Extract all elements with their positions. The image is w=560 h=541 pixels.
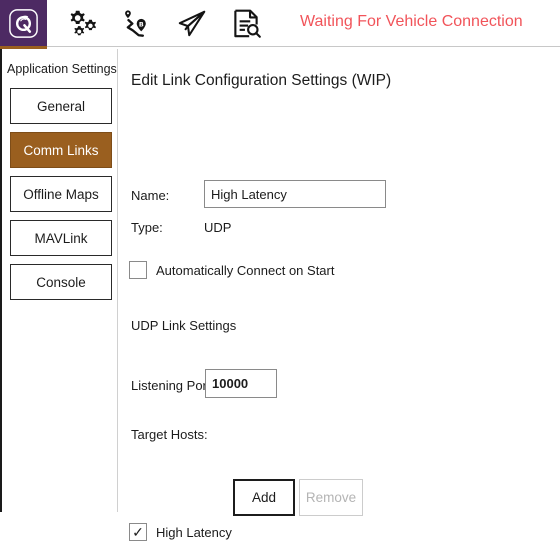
analyze-document-search-icon[interactable] [229,7,263,41]
sidebar-title: Application Settings [7,62,117,76]
edit-link-configuration-panel: Edit Link Configuration Settings (WIP) N… [119,49,560,541]
checkbox-box-icon [129,261,147,279]
sidebar-item-general[interactable]: General [10,88,112,124]
settings-sidebar: Application Settings General Comm Links … [0,49,118,512]
auto-connect-on-start-checkbox[interactable]: Automatically Connect on Start [129,261,334,279]
fly-paper-plane-icon[interactable] [175,7,209,41]
name-input[interactable] [204,180,386,208]
sidebar-item-comm-links[interactable]: Comm Links [10,132,112,168]
settings-gears-icon[interactable] [66,7,100,41]
udp-link-settings-heading: UDP Link Settings [131,318,237,333]
plan-route-icon[interactable]: B [120,7,154,41]
name-label: Name: [131,188,170,203]
qgroundcontrol-logo-icon [9,9,38,38]
type-label: Type: [131,220,163,235]
sidebar-item-mavlink[interactable]: MAVLink [10,220,112,256]
listening-port-label: Listening Port [131,378,211,393]
panel-title: Edit Link Configuration Settings (WIP) [131,72,392,89]
app-logo-button[interactable] [0,0,47,47]
high-latency-checkbox[interactable]: ✓ High Latency [129,523,232,541]
high-latency-label: High Latency [156,524,232,540]
checkbox-check-icon: ✓ [129,523,147,541]
sidebar-item-console[interactable]: Console [10,264,112,300]
application-toolbar: B Waiting For Vehicle Connection [0,0,560,49]
add-button[interactable]: Add [233,479,295,516]
type-value: UDP [204,220,232,235]
auto-connect-label: Automatically Connect on Start [156,262,335,278]
vehicle-connection-status: Waiting For Vehicle Connection [300,13,523,30]
target-hosts-label: Target Hosts: [131,427,208,442]
svg-text:B: B [139,21,144,29]
sidebar-item-offline-maps[interactable]: Offline Maps [10,176,112,212]
remove-button: Remove [299,479,363,516]
listening-port-input[interactable] [205,369,277,398]
